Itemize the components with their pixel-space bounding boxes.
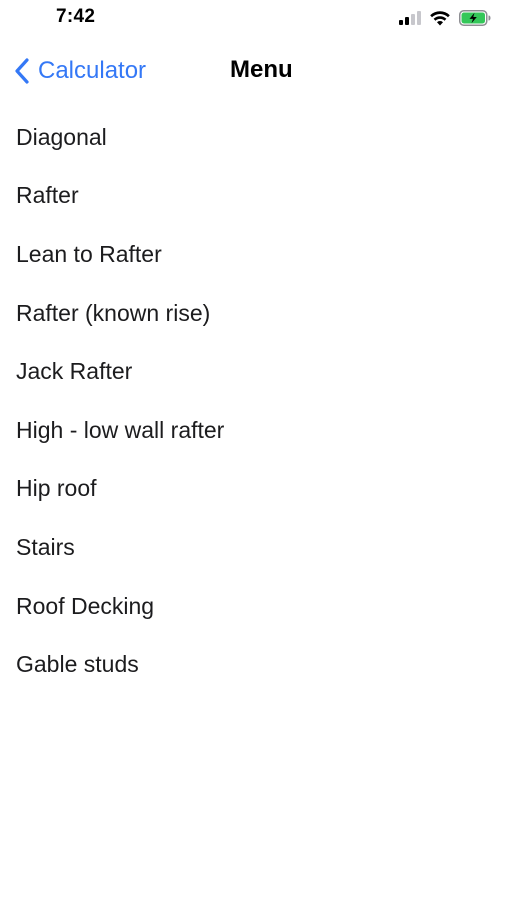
menu-item-rafter-known-rise[interactable]: Rafter (known rise) [0, 284, 507, 343]
battery-charging-icon [459, 10, 491, 26]
status-icons [399, 8, 491, 28]
chevron-left-icon [15, 58, 29, 84]
menu-item-lean-to-rafter[interactable]: Lean to Rafter [0, 225, 507, 284]
cellular-signal-icon [399, 11, 421, 25]
menu-item-jack-rafter[interactable]: Jack Rafter [0, 342, 507, 401]
navigation-bar: Calculator Menu [0, 44, 507, 98]
menu-item-gable-studs[interactable]: Gable studs [0, 635, 507, 694]
page-title: Menu [230, 56, 293, 83]
menu-item-hip-roof[interactable]: Hip roof [0, 460, 507, 519]
menu-item-high-low-wall-rafter[interactable]: High - low wall rafter [0, 401, 507, 460]
status-bar: 7:42 [0, 0, 507, 36]
back-button-label: Calculator [38, 57, 147, 84]
menu-item-roof-decking[interactable]: Roof Decking [0, 577, 507, 636]
status-time: 7:42 [56, 6, 96, 27]
back-button[interactable]: Calculator [14, 54, 146, 88]
wifi-icon [430, 11, 450, 26]
menu-item-diagonal[interactable]: Diagonal [0, 108, 507, 167]
menu-item-rafter[interactable]: Rafter [0, 167, 507, 226]
menu-item-stairs[interactable]: Stairs [0, 518, 507, 577]
menu-list: Diagonal Rafter Lean to Rafter Rafter (k… [0, 108, 507, 694]
